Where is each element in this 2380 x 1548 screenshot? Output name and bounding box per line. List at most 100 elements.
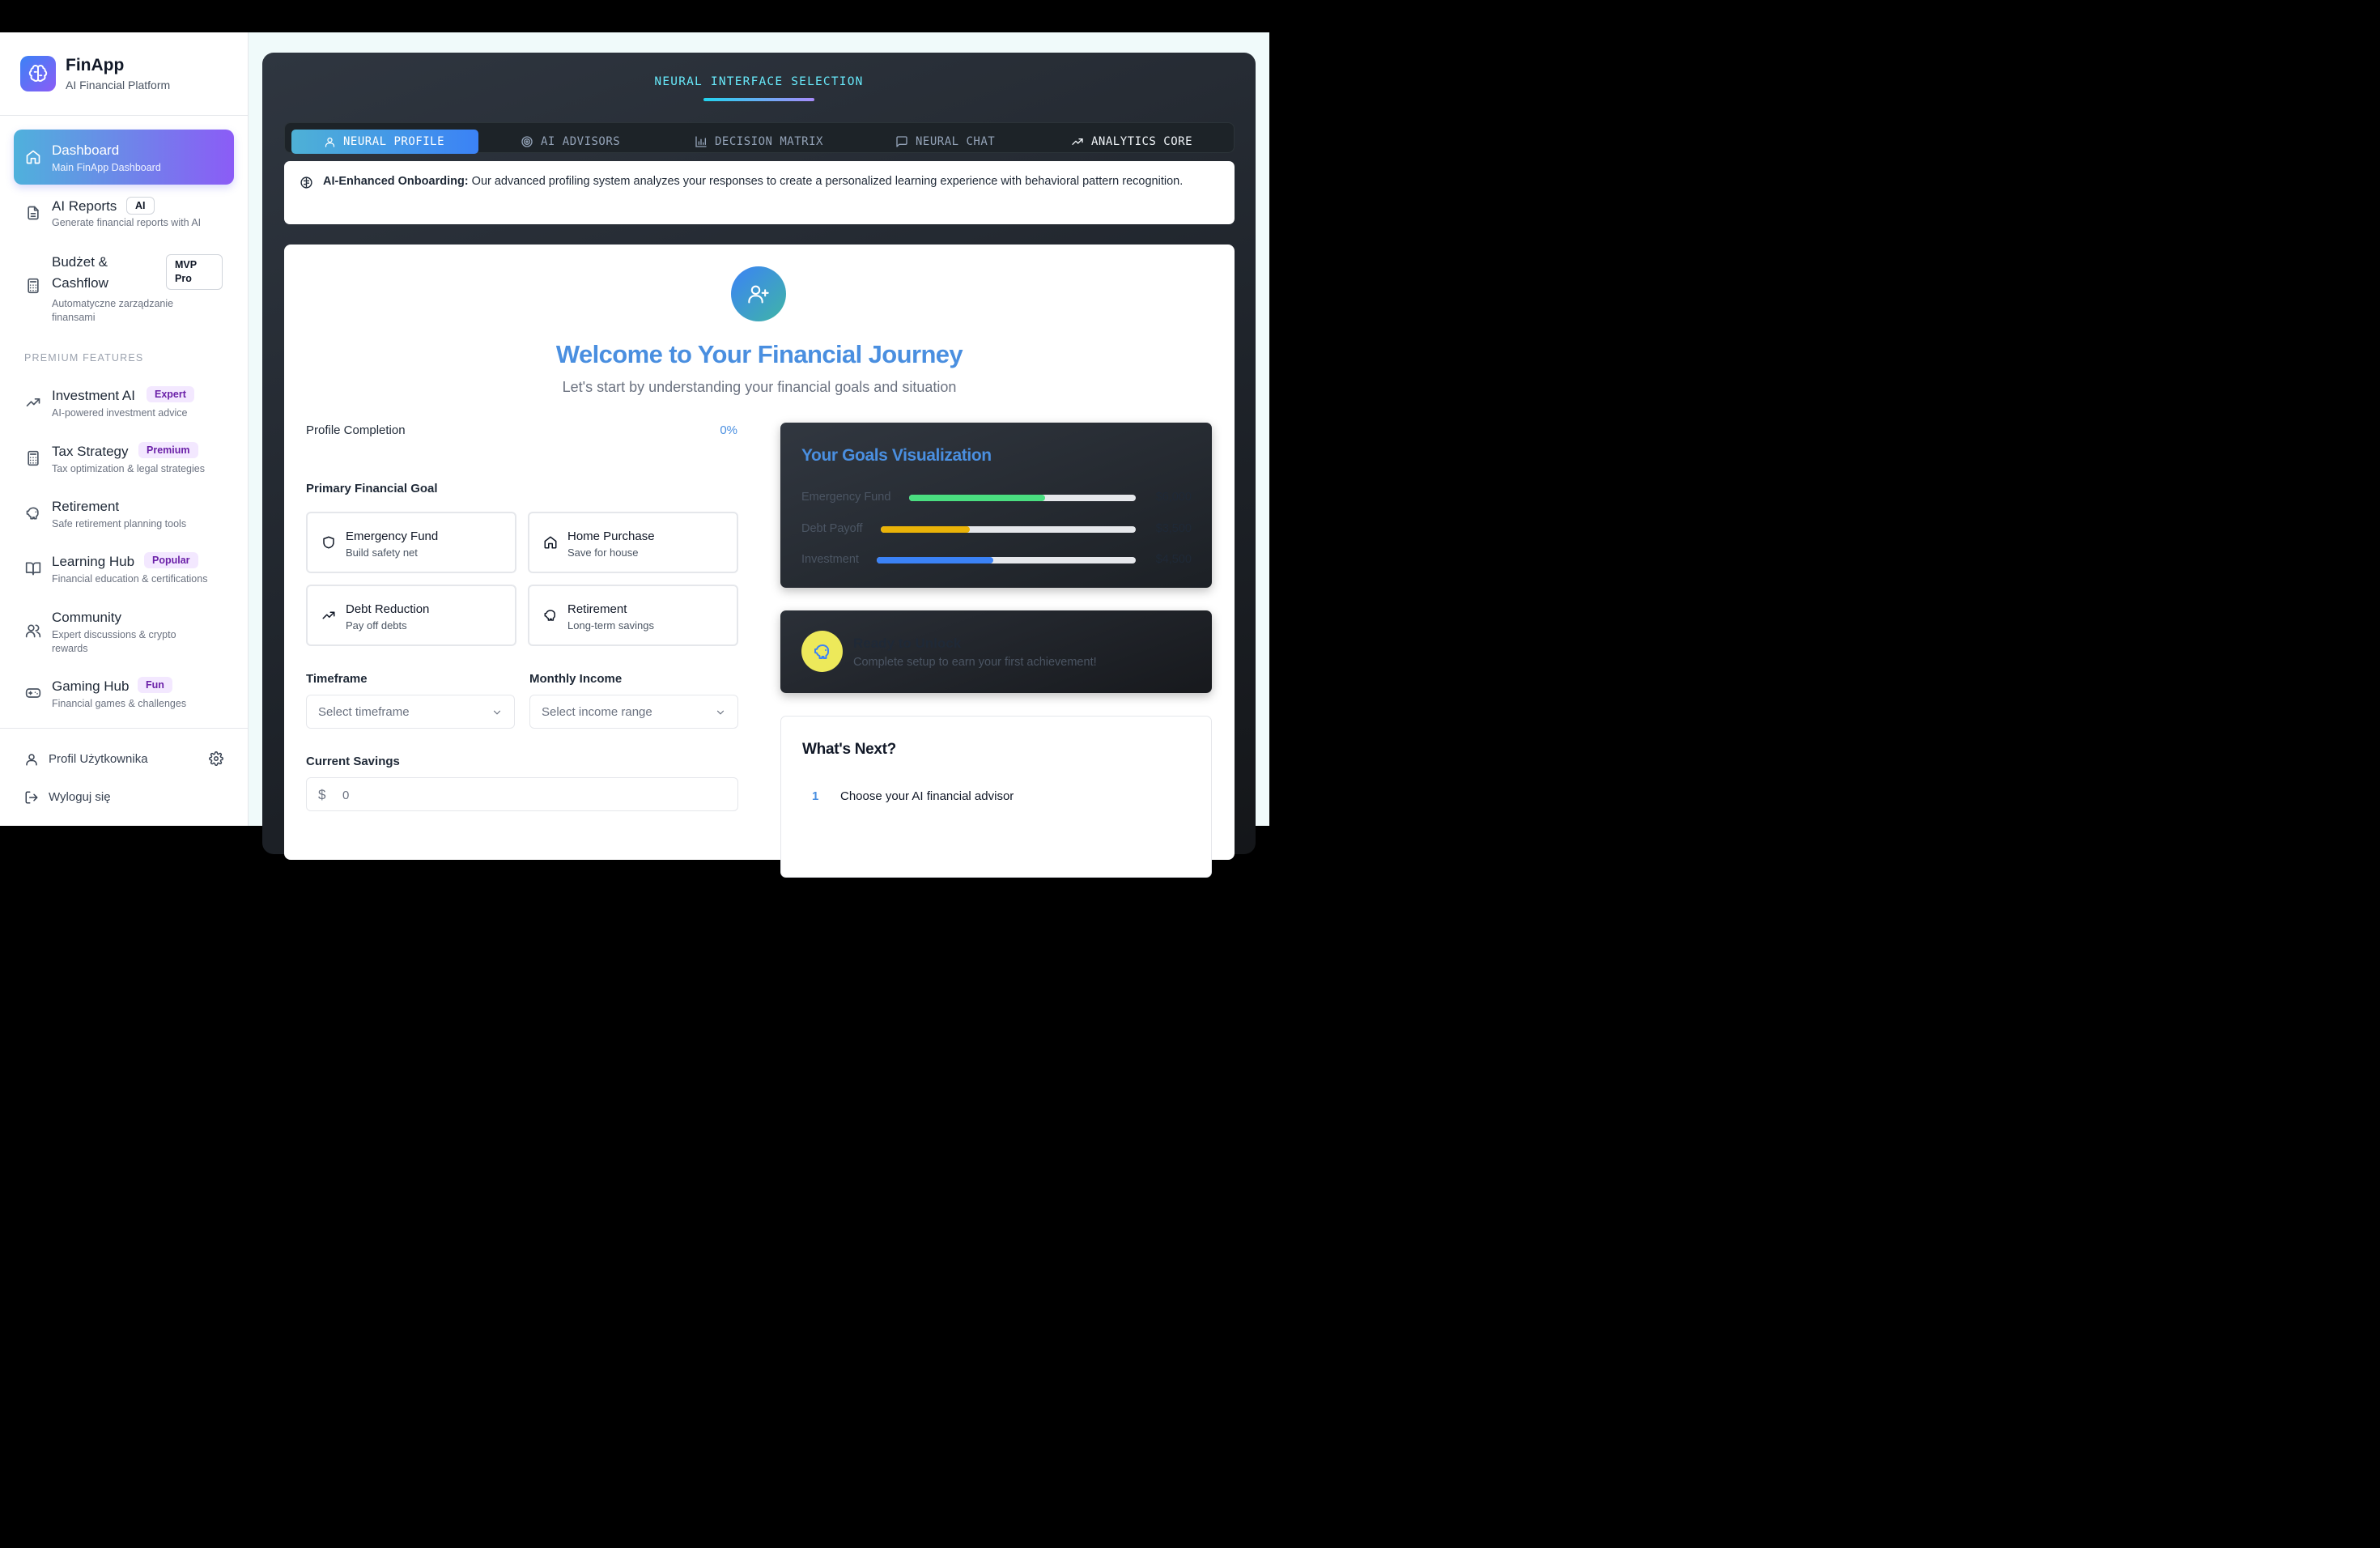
users-icon	[24, 622, 42, 640]
brain-logo-icon	[20, 56, 56, 91]
brand-subtitle: AI Financial Platform	[66, 79, 171, 91]
tab-neural-chat[interactable]: NEURAL CHAT	[895, 130, 995, 154]
goal-subtitle: Save for house	[567, 546, 639, 559]
sidebar-item-investment-ai[interactable]: Investment AI Expert AI-powered investme…	[14, 383, 234, 425]
monthly-income-label: Monthly Income	[529, 672, 623, 686]
user-plus-icon	[731, 266, 786, 321]
notice-body: Our advanced profiling system analyzes y…	[468, 175, 1184, 188]
monthly-income-select[interactable]: Select income range	[529, 695, 738, 729]
popular-badge: Popular	[144, 552, 198, 568]
sidebar-item-desc: Generate financial reports with AI	[52, 217, 202, 228]
trending-up-icon	[24, 393, 42, 411]
timeframe-value: Select timeframe	[318, 705, 410, 719]
notice-text: AI-Enhanced Onboarding: Our advanced pro…	[323, 173, 1213, 190]
timeframe-label: Timeframe	[306, 672, 368, 686]
goals-visualization-title: Your Goals Visualization	[801, 446, 992, 465]
income-value: Select income range	[542, 705, 652, 719]
sidebar-item-dashboard[interactable]: Dashboard Main FinApp Dashboard	[14, 130, 234, 185]
tab-decision-matrix[interactable]: DECISION MATRIX	[695, 130, 823, 154]
chevron-down-icon	[491, 707, 503, 722]
message-icon	[896, 136, 907, 147]
vis-row-name: Investment	[801, 553, 859, 566]
tab-ai-advisors[interactable]: AI ADVISORS	[521, 130, 620, 154]
document-icon	[24, 204, 42, 222]
title-underline	[703, 98, 814, 101]
sidebar-item-label: Dashboard	[52, 142, 120, 158]
current-savings-input[interactable]: $ 0	[306, 777, 738, 811]
piggy-bank-icon	[543, 608, 558, 623]
sidebar-item-budget-cashflow[interactable]: Budżet & Cashflow MVP Pro Automatyczne z…	[14, 249, 234, 324]
brand-header: FinApp AI Financial Platform	[0, 32, 248, 116]
notice-bold: AI-Enhanced Onboarding:	[323, 175, 469, 188]
logout-link[interactable]: Wyloguj się	[24, 790, 186, 806]
sidebar-item-desc: Safe retirement planning tools	[52, 518, 187, 529]
vis-row-amount: $4,500	[1155, 553, 1192, 566]
main-area: NEURAL INTERFACE SELECTION NEURAL PROFIL…	[249, 32, 1269, 878]
tab-label: DECISION MATRIX	[715, 135, 823, 148]
user-icon	[325, 137, 335, 147]
tab-label: AI ADVISORS	[541, 135, 621, 148]
achievement-subtitle: Complete setup to earn your first achiev…	[853, 656, 1097, 669]
timeframe-select[interactable]: Select timeframe	[306, 695, 515, 729]
panel-title: NEURAL INTERFACE SELECTION	[654, 75, 864, 88]
calculator-icon	[24, 449, 42, 467]
goal-subtitle: Long-term savings	[567, 619, 654, 632]
brain-icon	[300, 176, 313, 194]
profile-link[interactable]: Profil Użytkownika	[24, 752, 227, 768]
onboarding-notice: AI-Enhanced Onboarding: Our advanced pro…	[284, 161, 1235, 224]
shield-icon	[321, 535, 336, 550]
achievement-card: Ready to Unlock Complete setup to earn y…	[780, 610, 1212, 693]
vis-fill	[877, 557, 993, 563]
current-savings-label: Current Savings	[306, 755, 400, 768]
tab-label: NEURAL PROFILE	[343, 135, 445, 148]
trending-down-icon	[321, 608, 336, 623]
goal-option-emergency-fund[interactable]: Emergency Fund Build safety net	[306, 512, 516, 573]
sidebar-item-label: Learning Hub	[52, 554, 135, 569]
goal-title: Home Purchase	[567, 529, 655, 543]
dollar-icon: $	[318, 787, 326, 802]
goal-option-retirement[interactable]: Retirement Long-term savings	[528, 585, 738, 646]
premium-features-heading: PREMIUM FEATURES	[24, 352, 144, 364]
tab-label: ANALYTICS CORE	[1091, 135, 1193, 148]
sidebar-item-learning-hub[interactable]: Learning Hub Popular Financial education…	[14, 549, 234, 591]
expert-badge: Expert	[147, 386, 194, 402]
sidebar-item-label: Tax Strategy	[52, 444, 129, 459]
goal-subtitle: Pay off debts	[346, 619, 407, 632]
logout-icon	[24, 790, 39, 805]
vis-row-investment: Investment $4,500	[801, 551, 1192, 568]
sidebar-item-label: Gaming Hub	[52, 678, 130, 694]
whats-next-title: What's Next?	[802, 741, 896, 758]
tab-analytics-core[interactable]: ANALYTICS CORE	[1071, 130, 1192, 154]
vis-row-name: Emergency Fund	[801, 491, 891, 504]
vis-fill	[881, 526, 971, 533]
goal-option-debt-reduction[interactable]: Debt Reduction Pay off debts	[306, 585, 516, 646]
calculator-icon	[24, 277, 42, 295]
sidebar-item-desc: AI-powered investment advice	[52, 407, 188, 419]
whats-next-card: What's Next? 1 Choose your AI financial …	[780, 716, 1212, 878]
tab-label: NEURAL CHAT	[916, 135, 996, 148]
sidebar-item-ai-reports[interactable]: AI Reports AI Generate financial reports…	[14, 194, 234, 236]
goal-option-home-purchase[interactable]: Home Purchase Save for house	[528, 512, 738, 573]
step-text: Choose your AI financial advisor	[840, 789, 1014, 803]
piggy-bank-icon	[24, 504, 42, 522]
tab-neural-profile[interactable]: NEURAL PROFILE	[291, 130, 478, 154]
goal-title: Debt Reduction	[346, 602, 430, 616]
trending-up-icon	[1072, 138, 1083, 145]
sidebar-item-label: Investment AI	[52, 388, 135, 403]
gear-icon[interactable]	[209, 751, 223, 770]
sidebar-item-community[interactable]: Community Expert discussions & crypto re…	[14, 605, 234, 661]
sidebar-item-gaming-hub[interactable]: Gaming Hub Fun Financial games & challen…	[14, 674, 234, 716]
vis-row-debt-payoff: Debt Payoff $3,500	[801, 521, 1192, 537]
sidebar-item-retirement[interactable]: Retirement Safe retirement planning tool…	[14, 494, 234, 536]
piggy-bank-icon	[801, 631, 843, 672]
home-icon	[543, 535, 558, 550]
fun-badge: Fun	[138, 677, 172, 693]
brand-title: FinApp	[66, 56, 125, 74]
sidebar-footer: Profil Użytkownika Wyloguj się	[0, 728, 248, 826]
sidebar-item-label: Budżet & Cashflow	[52, 254, 108, 291]
sidebar-item-desc: Financial games & challenges	[52, 698, 187, 709]
sidebar-item-desc: Financial education & certifications	[52, 573, 208, 585]
welcome-title: Welcome to Your Financial Journey	[555, 340, 963, 368]
sidebar-item-tax-strategy[interactable]: Tax Strategy Premium Tax optimization & …	[14, 439, 234, 481]
home-icon	[24, 148, 42, 166]
